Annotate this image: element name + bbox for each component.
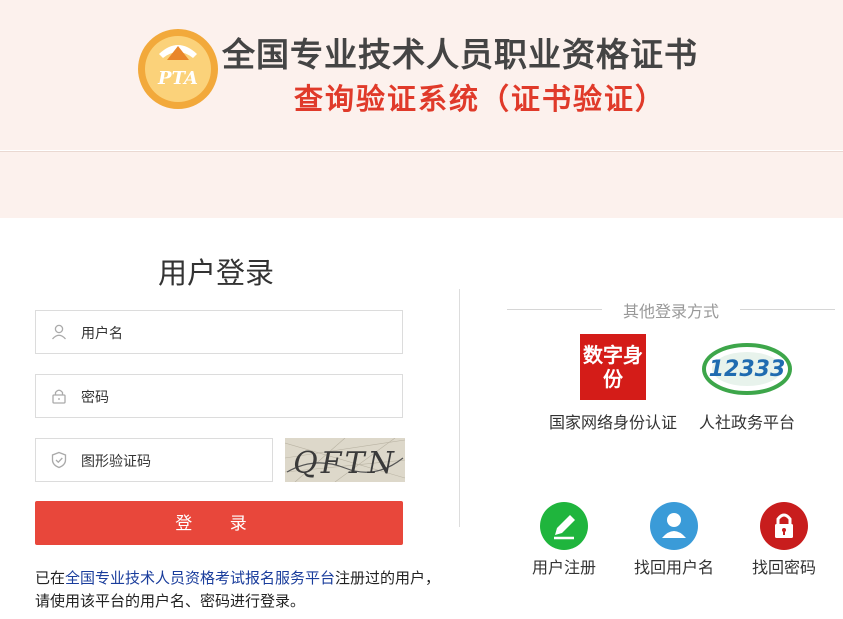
- digital-id-icon[interactable]: 数字身份: [580, 334, 646, 400]
- captcha-placeholder: 图形验证码: [81, 454, 151, 470]
- header-band: [0, 151, 843, 218]
- pta-logo: PTA: [138, 29, 218, 109]
- recover-username-label: 找回用户名: [633, 558, 714, 577]
- svg-text:12333: 12333: [709, 357, 786, 382]
- other-login-title: 其他登录方式: [622, 302, 719, 321]
- password-placeholder: 密码: [81, 390, 109, 406]
- provider-12333[interactable]: 人社政务平台: [688, 401, 806, 433]
- captcha-text: QFTN: [293, 446, 397, 481]
- captcha-image[interactable]: QFTN: [285, 438, 405, 482]
- captcha-field[interactable]: 图形验证码: [35, 438, 273, 482]
- exam-platform-link[interactable]: 全国专业技术人员资格考试报名服务平台: [65, 569, 335, 587]
- lock-icon: [52, 389, 66, 404]
- username-placeholder: 用户名: [81, 326, 123, 342]
- provider-label: 国家网络身份认证: [548, 413, 677, 432]
- shield-icon: [51, 451, 67, 469]
- other-login-header: 其他登录方式: [507, 298, 835, 321]
- register-action[interactable]: 用户注册: [514, 502, 614, 578]
- recover-username-action[interactable]: 找回用户名: [624, 502, 724, 578]
- system-title: 全国专业技术人员职业资格证书: [222, 35, 698, 74]
- 12333-icon[interactable]: 12333: [702, 340, 792, 398]
- user-icon: [52, 324, 66, 340]
- login-note: 已在全国专业技术人员资格考试报名服务平台注册过的用户，请使用该平台的用户名、密码…: [35, 569, 441, 610]
- recover-password-label: 找回密码: [751, 558, 816, 577]
- login-button[interactable]: 登 录: [35, 501, 403, 545]
- logo-text: PTA: [157, 68, 198, 89]
- system-subtitle: 查询验证系统（证书验证）: [294, 82, 667, 116]
- provider-label: 人社政务平台: [698, 413, 795, 432]
- register-label: 用户注册: [531, 558, 596, 577]
- recover-password-action[interactable]: 找回密码: [734, 502, 834, 578]
- page-header: PTA 全国专业技术人员职业资格证书 查询验证系统（证书验证）: [0, 0, 843, 150]
- user-icon: [650, 502, 698, 550]
- username-field[interactable]: 用户名: [35, 310, 403, 354]
- pencil-icon: [540, 502, 588, 550]
- vertical-divider: [459, 289, 460, 527]
- lock-icon: [760, 502, 808, 550]
- login-title: 用户登录: [158, 256, 275, 290]
- provider-digital-id[interactable]: 国家网络身份认证: [540, 401, 686, 433]
- password-field[interactable]: 密码: [35, 374, 403, 418]
